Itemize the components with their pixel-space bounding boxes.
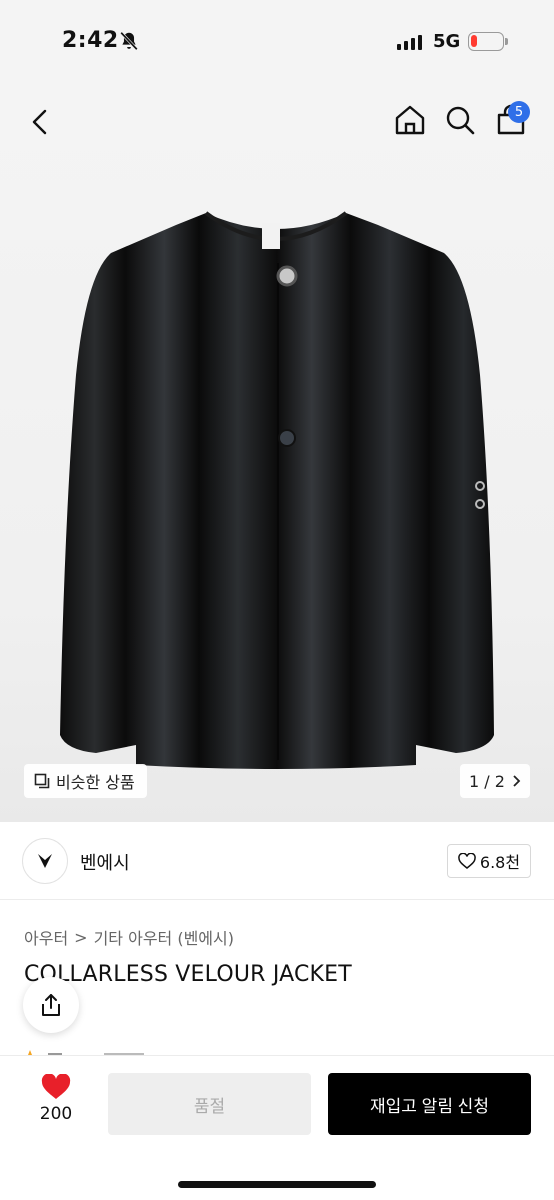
status-bar: 2:42 5G: [0, 0, 554, 84]
similar-products-button[interactable]: 비슷한 상품: [24, 764, 147, 798]
brand-row: 벤에시 6.8천: [0, 822, 554, 900]
soldout-button: 품절: [108, 1073, 311, 1135]
share-icon: [42, 994, 60, 1016]
brand-like-button[interactable]: 6.8천: [447, 844, 531, 878]
page-indicator-text: 1 / 2: [469, 771, 505, 791]
heart-filled-icon: [41, 1074, 71, 1099]
rating-row-partial: [28, 1050, 144, 1055]
battery-cap: [505, 38, 508, 45]
cart-count-badge: 5: [508, 101, 530, 123]
search-icon[interactable]: [440, 100, 480, 140]
image-page-indicator[interactable]: 1 / 2: [460, 764, 530, 798]
brand-logo-mark: [38, 854, 52, 868]
breadcrumb-separator: >: [74, 927, 88, 947]
brand-like-count: 6.8천: [479, 853, 521, 872]
product-title: COLLARLESS VELOUR JACKET: [24, 962, 352, 987]
chevron-left-icon: [32, 109, 47, 135]
similar-icon: [34, 773, 50, 789]
chevron-right-icon: [513, 775, 521, 787]
home-icon[interactable]: [390, 100, 430, 140]
wishlist-count: 200: [39, 1104, 73, 1124]
battery-level: [471, 35, 477, 47]
brand-logo[interactable]: [22, 838, 68, 884]
breadcrumb-item[interactable]: 기타 아우터 (벤에시): [94, 925, 234, 949]
breadcrumb-item[interactable]: 아우터: [24, 925, 68, 949]
battery-icon: [468, 32, 504, 51]
bell-off-icon: [120, 31, 138, 51]
similar-products-label: 비슷한 상품: [56, 773, 135, 792]
heart-outline-icon: [458, 853, 476, 869]
restock-alert-button[interactable]: 재입고 알림 신청: [328, 1073, 531, 1135]
home-indicator: [178, 1181, 376, 1188]
category-breadcrumb: 아우터 > 기타 아우터 (벤에시): [24, 925, 234, 949]
signal-icon: [397, 34, 422, 50]
status-time: 2:42: [62, 28, 119, 53]
back-button[interactable]: [20, 102, 60, 142]
wishlist-button[interactable]: 200: [26, 1074, 86, 1132]
share-button[interactable]: [23, 977, 79, 1033]
product-image: [60, 211, 494, 769]
network-label: 5G: [433, 31, 461, 52]
brand-name[interactable]: 벤에시: [80, 849, 130, 875]
